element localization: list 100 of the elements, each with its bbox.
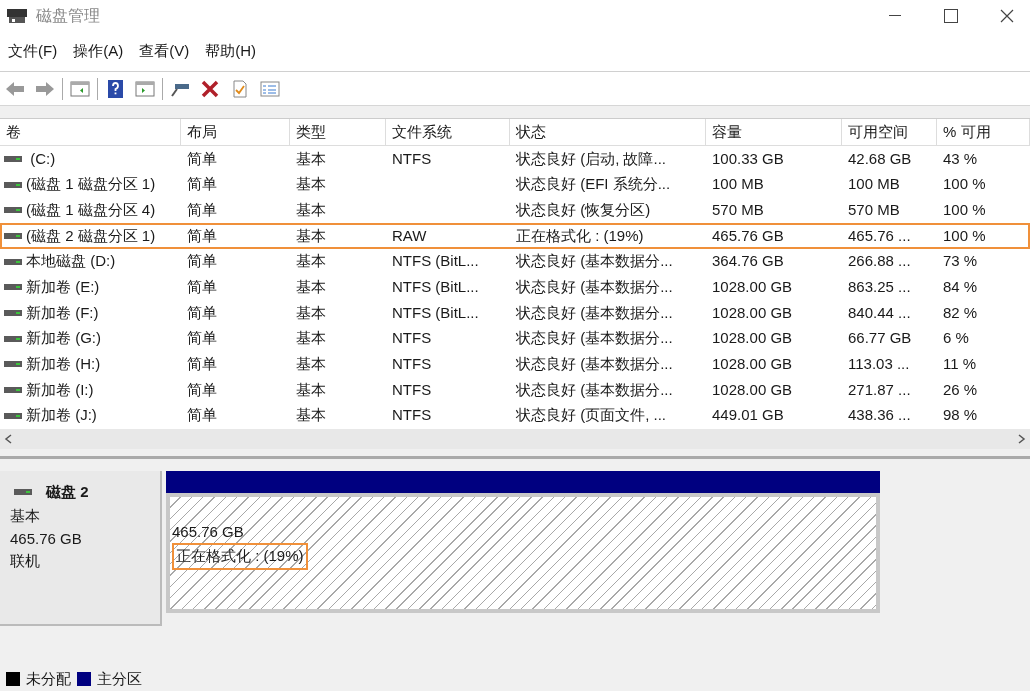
table-cell: 98 % (943, 406, 978, 424)
table-cell: 66.77 GB (848, 329, 912, 347)
table-cell: 简单 (187, 278, 217, 296)
drive-icon (4, 207, 22, 214)
table-cell: 570 MB (848, 200, 900, 218)
column-header[interactable]: % 可用 (937, 119, 1030, 145)
table-cell: 基本 (296, 278, 326, 296)
table-cell: NTFS (392, 380, 432, 398)
table-cell: 271.87 ... (848, 380, 911, 398)
partition-status: 正在格式化 : (19%) (172, 543, 308, 570)
column-header[interactable]: 文件系统 (386, 119, 510, 145)
table-cell: 状态良好 (EFI 系统分... (516, 175, 671, 193)
table-cell: 基本 (296, 175, 326, 193)
scroll-right-icon[interactable] (1018, 433, 1026, 444)
maximize-icon (944, 9, 958, 23)
table-cell: 基本 (296, 149, 326, 167)
table-cell: 6 % (943, 329, 969, 347)
table-cell: 266.88 ... (848, 252, 911, 270)
menu-item[interactable]: 帮助(H) (199, 40, 262, 63)
table-cell: NTFS (BitL... (392, 303, 479, 321)
table-cell: 状态良好 (页面文件, ... (516, 406, 666, 424)
menu-item[interactable]: 查看(V) (133, 40, 196, 63)
table-cell: 简单 (187, 303, 217, 321)
table-cell: NTFS (392, 406, 432, 424)
table-cell: RAW (392, 226, 427, 244)
table-cell-text: 本地磁盘 (D:) (26, 251, 116, 272)
volume-row[interactable]: (磁盘 2 磁盘分区 1) 简单 基本 RAW 正在格式化 : (19%) 465.76 GB 465.76 ... 100 % (0, 223, 1030, 249)
table-cell: 简单 (187, 226, 217, 244)
table-cell: 42.68 GB (848, 149, 912, 167)
drive-icon (4, 412, 22, 419)
table-cell-text: 新加卷 (G:) (26, 328, 101, 349)
table-cell: 状态良好 (基本数据分... (516, 252, 673, 270)
volume-row[interactable]: 新加卷 (H:) 简单 基本 NTFS 状态良好 (基本数据分... 1028.00 GB 113.03 ... 11 % (0, 351, 1030, 378)
table-cell: 82 % (943, 303, 978, 321)
volume-row[interactable]: 新加卷 (F:) 简单 基本 NTFS (BitL... 状态良好 (基本数据分... 1028.00 GB 840.44 ... 82 % (0, 300, 1030, 326)
minimize-icon (889, 15, 901, 17)
table-cell: 状态良好 (基本数据分... (516, 355, 673, 373)
table-cell: 570 MB (712, 200, 764, 218)
table-cell-text: 新加卷 (I:) (26, 379, 94, 400)
table-cell: 简单 (187, 175, 217, 193)
table-cell: 状态良好 (恢复分区) (516, 200, 651, 218)
table-cell-text: (磁盘 2 磁盘分区 1) (26, 225, 156, 246)
drive-icon (4, 232, 22, 239)
table-cell: 438.36 ... (848, 406, 911, 424)
column-header[interactable]: 容量 (706, 119, 842, 145)
table-cell: 100 % (943, 226, 986, 244)
column-header[interactable]: 可用空间 (842, 119, 937, 145)
table-cell: 状态良好 (基本数据分... (516, 303, 673, 321)
table-cell: 1028.00 GB (712, 278, 793, 296)
partition-size: 465.76 GB (172, 521, 244, 542)
table-cell-text: (磁盘 1 磁盘分区 4) (26, 199, 156, 220)
table-cell: 基本 (296, 329, 326, 347)
table-cell: 基本 (296, 303, 326, 321)
table-cell: 简单 (187, 149, 217, 167)
table-cell: 1028.00 GB (712, 380, 793, 398)
volume-row[interactable]: 本地磁盘 (D:) 简单 基本 NTFS (BitL... 状态良好 (基本数据分... 364.76 GB 266.88 ... 73 % (0, 248, 1030, 275)
table-cell: 简单 (187, 200, 217, 218)
table-cell-text: 新加卷 (H:) (26, 354, 101, 375)
disk-type: 基本 (10, 506, 41, 527)
drive-icon (4, 361, 22, 368)
disk-size: 465.76 GB (10, 528, 83, 549)
disk-manager-icon (6, 8, 28, 24)
table-cell: 1028.00 GB (712, 329, 793, 347)
table-cell: 简单 (187, 329, 217, 347)
volume-row[interactable]: (磁盘 1 磁盘分区 4) 简单 基本 状态良好 (恢复分区) 570 MB 570 MB 100 % (0, 197, 1030, 224)
drive-icon (4, 284, 22, 291)
table-cell-text: 新加卷 (F:) (26, 302, 99, 323)
disk-status: 联机 (10, 551, 41, 572)
window-title: 磁盘管理 (36, 6, 100, 26)
table-cell: 基本 (296, 200, 326, 218)
column-header[interactable]: 类型 (290, 119, 386, 145)
volume-row[interactable]: 新加卷 (J:) 简单 基本 NTFS 状态良好 (页面文件, ... 449.01 GB 438.36 ... 98 % (0, 402, 1030, 429)
table-cell: 11 % (943, 355, 977, 373)
column-header[interactable]: 卷 (0, 119, 181, 145)
table-cell: 863.25 ... (848, 278, 911, 296)
table-cell: NTFS (392, 329, 432, 347)
volume-row[interactable]: 新加卷 (E:) 简单 基本 NTFS (BitL... 状态良好 (基本数据分... 1028.00 GB 863.25 ... 84 % (0, 274, 1030, 301)
table-cell: 100 % (943, 175, 986, 193)
volume-row[interactable]: (C:) 简单 基本 NTFS 状态良好 (启动, 故障... 100.33 GB 42.68 GB 43 % (0, 146, 1030, 172)
table-cell: 简单 (187, 252, 217, 270)
menu-item[interactable]: 操作(A) (67, 40, 130, 63)
table-cell: 基本 (296, 406, 326, 424)
column-header[interactable]: 状态 (510, 119, 706, 145)
table-cell: 正在格式化 : (19%) (516, 226, 644, 244)
table-cell: 状态良好 (启动, 故障... (516, 149, 666, 167)
column-header[interactable]: 布局 (181, 119, 290, 145)
volume-row[interactable]: 新加卷 (G:) 简单 基本 NTFS 状态良好 (基本数据分... 1028.00 GB 66.77 GB 6 % (0, 325, 1030, 352)
menu-item[interactable]: 文件(F) (2, 40, 64, 63)
table-cell: 100 % (943, 200, 986, 218)
drive-icon (4, 155, 22, 162)
table-cell: 简单 (187, 355, 217, 373)
volume-row[interactable]: 新加卷 (I:) 简单 基本 NTFS 状态良好 (基本数据分... 1028.00 GB 271.87 ... 26 % (0, 377, 1030, 403)
partition-block[interactable]: 465.76 GB 正在格式化 : (19%) (166, 492, 880, 613)
table-cell: 1028.00 GB (712, 303, 793, 321)
table-cell: NTFS (BitL... (392, 278, 479, 296)
table-cell: 100 MB (848, 175, 900, 193)
volume-row[interactable]: (磁盘 1 磁盘分区 1) 简单 基本 状态良好 (EFI 系统分... 100 MB 100 MB 100 % (0, 171, 1030, 198)
table-cell: 364.76 GB (712, 252, 784, 270)
legend-label: 主分区 (97, 668, 142, 689)
scroll-left-icon[interactable] (4, 433, 12, 444)
